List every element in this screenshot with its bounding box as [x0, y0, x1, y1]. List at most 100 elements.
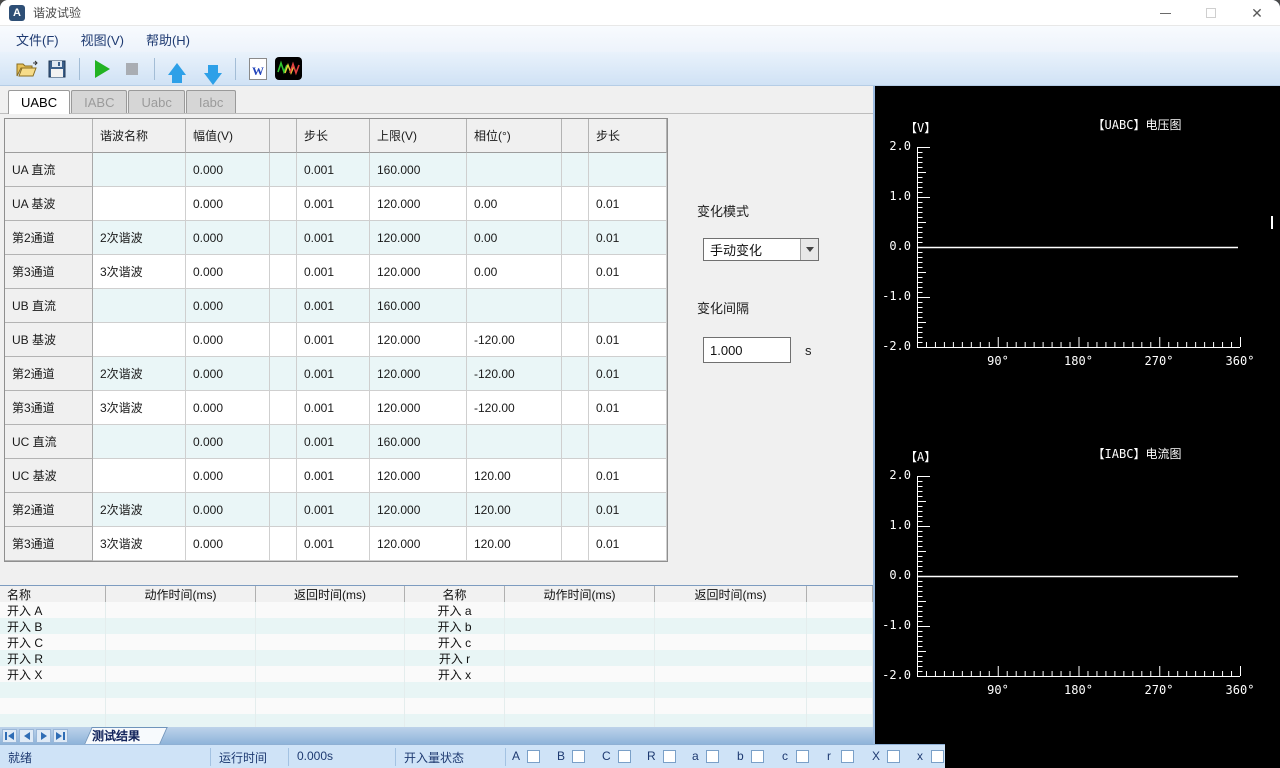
harmonic-cell[interactable] — [562, 289, 589, 323]
start-button[interactable] — [87, 55, 117, 83]
harmonic-cell[interactable]: 0.00 — [467, 187, 562, 221]
harmonic-cell[interactable]: 0.01 — [589, 221, 667, 255]
harmonic-cell[interactable]: -120.00 — [467, 323, 562, 357]
result-cell[interactable] — [807, 650, 873, 666]
result-cell[interactable] — [106, 714, 256, 727]
harmonic-cell[interactable] — [93, 323, 186, 357]
harmonic-cell[interactable]: -120.00 — [467, 357, 562, 391]
harmonic-cell[interactable]: 120.000 — [370, 527, 467, 561]
harmonic-cell[interactable]: 0.000 — [186, 459, 270, 493]
result-cell[interactable] — [807, 634, 873, 650]
result-cell[interactable] — [256, 698, 405, 714]
harmonic-cell[interactable] — [270, 289, 297, 323]
di-indicator-checkbox[interactable] — [618, 750, 631, 763]
di-name-cell[interactable] — [0, 682, 106, 698]
harmonic-cell[interactable]: 120.000 — [370, 391, 467, 425]
result-cell[interactable] — [505, 650, 655, 666]
harmonic-cell[interactable]: 120.000 — [370, 187, 467, 221]
di-indicator-checkbox[interactable] — [572, 750, 585, 763]
harmonic-cell[interactable] — [270, 527, 297, 561]
waveform-button[interactable] — [273, 55, 303, 83]
harmonic-cell[interactable]: 2次谐波 — [93, 493, 186, 527]
harmonic-cell[interactable]: 0.00 — [467, 255, 562, 289]
result-cell[interactable] — [505, 618, 655, 634]
harmonic-cell[interactable] — [270, 187, 297, 221]
harmonic-cell[interactable]: 3次谐波 — [93, 391, 186, 425]
stop-button[interactable] — [117, 55, 147, 83]
di-name-cell[interactable]: 开入 c — [405, 634, 505, 650]
result-cell[interactable] — [807, 682, 873, 698]
harmonic-cell[interactable]: 0.001 — [297, 425, 370, 459]
result-cell[interactable] — [106, 666, 256, 682]
maximize-button[interactable] — [1188, 0, 1234, 26]
harmonic-cell[interactable]: 0.001 — [297, 153, 370, 187]
result-cell[interactable] — [655, 682, 807, 698]
harmonic-cell[interactable]: 2次谐波 — [93, 221, 186, 255]
harmonic-cell[interactable]: 0.000 — [186, 153, 270, 187]
harmonic-cell[interactable] — [270, 153, 297, 187]
di-name-cell[interactable]: 开入 A — [0, 602, 106, 618]
result-cell[interactable] — [505, 682, 655, 698]
di-indicator-checkbox[interactable] — [527, 750, 540, 763]
harmonic-cell[interactable] — [93, 289, 186, 323]
harmonic-cell[interactable]: 160.000 — [370, 289, 467, 323]
harmonic-cell[interactable]: 0.01 — [589, 255, 667, 289]
harmonic-cell[interactable]: 120.00 — [467, 493, 562, 527]
harmonic-cell[interactable]: 0.01 — [589, 459, 667, 493]
harmonic-cell[interactable]: 120.00 — [467, 527, 562, 561]
step-down-button[interactable] — [198, 55, 228, 83]
menu-help[interactable]: 帮助(H) — [146, 30, 190, 49]
di-name-cell[interactable]: 开入 X — [0, 666, 106, 682]
harmonic-cell[interactable]: 0.000 — [186, 493, 270, 527]
di-indicator-checkbox[interactable] — [663, 750, 676, 763]
result-cell[interactable] — [807, 666, 873, 682]
result-cell[interactable] — [256, 682, 405, 698]
result-cell[interactable] — [106, 602, 256, 618]
harmonic-cell[interactable]: 0.001 — [297, 459, 370, 493]
harmonic-cell[interactable]: 120.00 — [467, 459, 562, 493]
result-cell[interactable] — [256, 666, 405, 682]
harmonic-cell[interactable]: 0.001 — [297, 323, 370, 357]
harmonic-cell[interactable]: 120.000 — [370, 357, 467, 391]
harmonic-cell[interactable] — [589, 425, 667, 459]
harmonic-cell[interactable]: 0.01 — [589, 527, 667, 561]
result-cell[interactable] — [106, 650, 256, 666]
di-name-cell[interactable]: 开入 b — [405, 618, 505, 634]
harmonic-cell[interactable]: 0.000 — [186, 527, 270, 561]
result-cell[interactable] — [106, 634, 256, 650]
result-cell[interactable] — [106, 698, 256, 714]
menu-file[interactable]: 文件(F) — [16, 30, 59, 49]
result-cell[interactable] — [655, 698, 807, 714]
harmonic-cell[interactable]: 0.001 — [297, 357, 370, 391]
harmonic-cell[interactable]: 0.001 — [297, 493, 370, 527]
di-name-cell[interactable]: 开入 R — [0, 650, 106, 666]
harmonic-cell[interactable] — [270, 255, 297, 289]
harmonic-cell[interactable]: 0.001 — [297, 221, 370, 255]
step-up-button[interactable] — [162, 55, 192, 83]
tab-iabc[interactable]: IABC — [71, 90, 127, 113]
harmonic-cell[interactable]: 0.01 — [589, 493, 667, 527]
harmonic-cell[interactable]: 0.000 — [186, 323, 270, 357]
harmonic-cell[interactable]: 0.01 — [589, 391, 667, 425]
di-indicator-checkbox[interactable] — [887, 750, 900, 763]
harmonic-cell[interactable]: 0.000 — [186, 187, 270, 221]
di-name-cell[interactable]: 开入 C — [0, 634, 106, 650]
result-cell[interactable] — [655, 714, 807, 727]
harmonic-cell[interactable]: 3次谐波 — [93, 255, 186, 289]
di-name-cell[interactable]: 开入 a — [405, 602, 505, 618]
di-name-cell[interactable]: 开入 r — [405, 650, 505, 666]
first-page-button[interactable] — [2, 729, 17, 743]
harmonic-cell[interactable]: 0.01 — [589, 323, 667, 357]
harmonic-cell[interactable]: 120.000 — [370, 323, 467, 357]
tab-iabc-lower[interactable]: Iabc — [186, 90, 237, 113]
tab-uabc-lower[interactable]: Uabc — [128, 90, 184, 113]
harmonic-cell[interactable] — [562, 425, 589, 459]
di-name-cell[interactable]: 开入 B — [0, 618, 106, 634]
next-page-button[interactable] — [36, 729, 51, 743]
result-cell[interactable] — [505, 666, 655, 682]
harmonic-cell[interactable]: 120.000 — [370, 221, 467, 255]
harmonic-cell[interactable] — [562, 187, 589, 221]
di-name-cell[interactable] — [0, 714, 106, 727]
result-cell[interactable] — [256, 618, 405, 634]
harmonic-cell[interactable] — [562, 357, 589, 391]
